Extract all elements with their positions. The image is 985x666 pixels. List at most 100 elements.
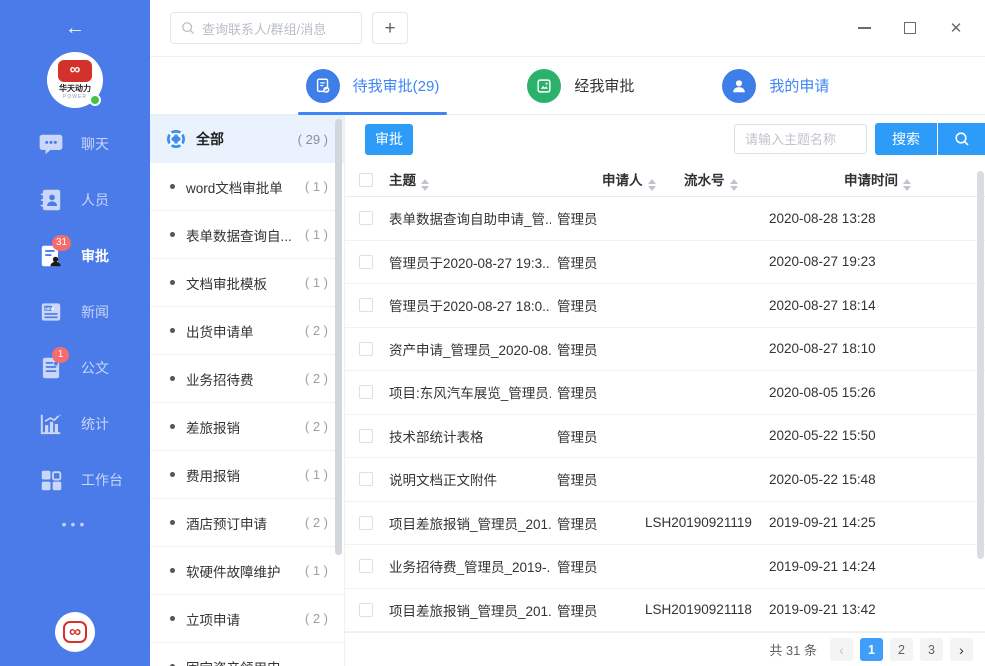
- sort-icon[interactable]: [730, 179, 738, 191]
- tab-pending-approval[interactable]: 待我审批(29): [306, 57, 440, 114]
- sidebar-item-approval[interactable]: 31 审批: [0, 228, 150, 284]
- category-item[interactable]: 酒店预订申请( 2 ): [150, 499, 344, 547]
- tab-my-applications[interactable]: 我的申请: [722, 57, 829, 114]
- row-checkbox[interactable]: [359, 559, 373, 573]
- category-item[interactable]: 立项申请( 2 ): [150, 595, 344, 643]
- table-row[interactable]: 项目差旅报销_管理员_201... 管理员 LSH20190921118 201…: [345, 589, 985, 633]
- cell-subject: 业务招待费_管理员_2019-...: [389, 556, 551, 576]
- avatar[interactable]: ∞ 华天动力 POWER: [47, 52, 103, 108]
- cell-time: 2019-09-21 13:42: [769, 602, 985, 617]
- table-row[interactable]: 说明文档正文附件 管理员 2020-05-22 15:48: [345, 458, 985, 502]
- sidebar-item-stats[interactable]: 统计: [0, 396, 150, 452]
- category-label: 软硬件故障维护: [186, 561, 305, 581]
- sidebar-item-label: 新闻: [81, 302, 109, 322]
- topic-search-input[interactable]: [734, 124, 867, 154]
- table-row[interactable]: 资产申请_管理员_2020-08... 管理员 2020-08-27 18:10: [345, 328, 985, 372]
- bullet-icon: [170, 472, 175, 477]
- table-row[interactable]: 管理员于2020-08-27 18:0... 管理员 2020-08-27 18…: [345, 284, 985, 328]
- global-search-placeholder: 查询联系人/群组/消息: [202, 19, 326, 38]
- row-checkbox[interactable]: [359, 603, 373, 617]
- all-categories-icon: [166, 129, 186, 149]
- row-checkbox[interactable]: [359, 342, 373, 356]
- table-row[interactable]: 业务招待费_管理员_2019-... 管理员 2019-09-21 14:24: [345, 545, 985, 589]
- category-count: ( 2 ): [305, 611, 328, 626]
- sidebar-item-people[interactable]: 人员: [0, 172, 150, 228]
- cell-time: 2020-08-05 15:26: [769, 385, 985, 400]
- category-item[interactable]: 费用报销( 1 ): [150, 451, 344, 499]
- search-button[interactable]: 搜索: [875, 123, 937, 155]
- infinity-logo-icon: ∞: [63, 621, 87, 643]
- row-checkbox[interactable]: [359, 385, 373, 399]
- row-checkbox[interactable]: [359, 255, 373, 269]
- page-button-2[interactable]: 2: [890, 638, 913, 661]
- maximize-icon: [904, 22, 916, 34]
- category-item[interactable]: word文档审批单( 1 ): [150, 163, 344, 211]
- category-scrollbar[interactable]: [335, 119, 342, 555]
- sidebar-item-official-doc[interactable]: 1 公文: [0, 340, 150, 396]
- category-item[interactable]: 表单数据查询自...( 1 ): [150, 211, 344, 259]
- select-all-checkbox[interactable]: [359, 173, 373, 187]
- page-button-3[interactable]: 3: [920, 638, 943, 661]
- category-count: ( 1 ): [305, 563, 328, 578]
- category-item[interactable]: 文档审批模板( 1 ): [150, 259, 344, 307]
- row-checkbox[interactable]: [359, 429, 373, 443]
- sidebar-item-news[interactable]: NEW 新闻: [0, 284, 150, 340]
- sort-icon[interactable]: [421, 179, 429, 191]
- category-panel: 全部 ( 29 ) word文档审批单( 1 ) 表单数据查询自...( 1 )…: [150, 115, 345, 666]
- sidebar-more-button[interactable]: •••: [62, 516, 89, 532]
- bullet-icon: [170, 184, 175, 189]
- row-checkbox[interactable]: [359, 472, 373, 486]
- news-icon: NEW: [37, 298, 65, 326]
- row-checkbox[interactable]: [359, 298, 373, 312]
- category-all[interactable]: 全部 ( 29 ): [150, 115, 344, 163]
- sidebar-item-label: 统计: [81, 414, 109, 434]
- table-scrollbar[interactable]: [977, 171, 984, 559]
- global-search-input[interactable]: 查询联系人/群组/消息: [170, 12, 362, 44]
- category-item[interactable]: 出货申请单( 2 ): [150, 307, 344, 355]
- cell-applicant: 管理员: [551, 252, 639, 272]
- category-label: 差旅报销: [186, 417, 305, 437]
- minimize-icon: [858, 27, 871, 29]
- row-checkbox[interactable]: [359, 211, 373, 225]
- official-doc-badge: 1: [52, 347, 69, 363]
- row-checkbox[interactable]: [359, 516, 373, 530]
- category-item[interactable]: 软硬件故障维护( 1 ): [150, 547, 344, 595]
- cell-subject: 项目:东风汽车展览_管理员...: [389, 382, 551, 402]
- add-button[interactable]: +: [372, 12, 408, 44]
- approve-button[interactable]: 审批: [365, 124, 413, 155]
- my-applications-icon: [722, 69, 756, 103]
- minimize-button[interactable]: [841, 13, 887, 43]
- category-item[interactable]: 业务招待费( 2 ): [150, 355, 344, 403]
- close-button[interactable]: ✕: [933, 13, 979, 43]
- cell-applicant: 管理员: [551, 382, 639, 402]
- category-count: ( 29 ): [298, 132, 328, 147]
- app-logo[interactable]: ∞: [55, 612, 95, 652]
- cell-subject: 管理员于2020-08-27 18:0...: [389, 295, 551, 315]
- category-item[interactable]: 差旅报销( 2 ): [150, 403, 344, 451]
- header-subject[interactable]: 主题: [389, 169, 551, 191]
- table-row[interactable]: 项目:东风汽车展览_管理员... 管理员 2020-08-05 15:26: [345, 371, 985, 415]
- header-applicant[interactable]: 申请人: [551, 169, 639, 191]
- sort-icon[interactable]: [903, 179, 911, 191]
- page-button-1[interactable]: 1: [860, 638, 883, 661]
- bullet-icon: [170, 280, 175, 285]
- tab-approved-by-me[interactable]: 经我审批: [527, 57, 634, 114]
- bullet-icon: [170, 328, 175, 333]
- header-time[interactable]: 申请时间: [769, 169, 985, 191]
- back-arrow-icon[interactable]: ←: [0, 0, 150, 38]
- prev-page-button[interactable]: ‹: [830, 638, 853, 661]
- magnifier-button[interactable]: [938, 123, 985, 155]
- sidebar-item-chat[interactable]: 聊天: [0, 116, 150, 172]
- sidebar-item-workbench[interactable]: 工作台: [0, 452, 150, 508]
- category-item[interactable]: 固定资产领用申...: [150, 643, 344, 666]
- table-row[interactable]: 管理员于2020-08-27 19:3... 管理员 2020-08-27 19…: [345, 241, 985, 285]
- cell-time: 2020-08-28 13:28: [769, 211, 985, 226]
- table-row[interactable]: 项目差旅报销_管理员_201... 管理员 LSH20190921119 201…: [345, 502, 985, 546]
- next-page-button[interactable]: ›: [950, 638, 973, 661]
- table-row[interactable]: 技术部统计表格 管理员 2020-05-22 15:50: [345, 415, 985, 459]
- header-serial[interactable]: 流水号: [639, 169, 769, 191]
- maximize-button[interactable]: [887, 13, 933, 43]
- sidebar: ← ∞ 华天动力 POWER 聊天 人员: [0, 0, 150, 666]
- cell-applicant: 管理员: [551, 426, 639, 446]
- table-row[interactable]: 表单数据查询自助申请_管... 管理员 2020-08-28 13:28: [345, 197, 985, 241]
